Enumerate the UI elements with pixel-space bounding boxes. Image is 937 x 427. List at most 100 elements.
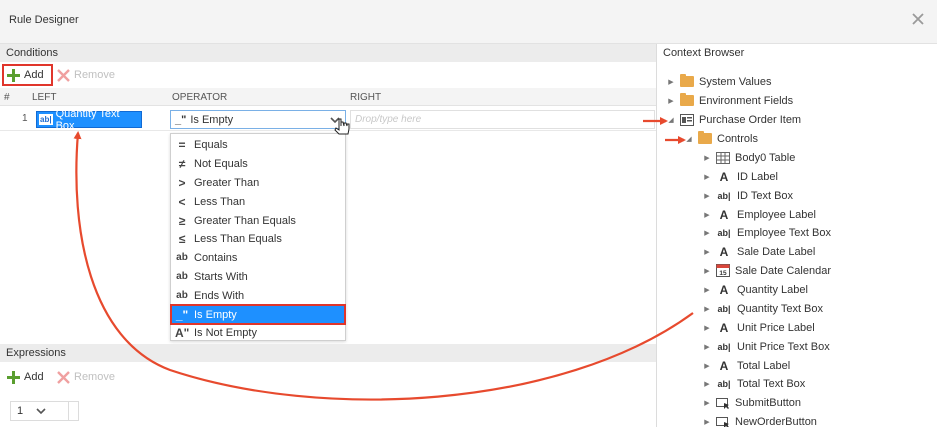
tree-item-unit-price-label[interactable]: ▶ A Unit Price Label xyxy=(703,319,814,336)
plus-icon xyxy=(7,370,20,384)
tree-item-label: ID Text Box xyxy=(737,189,794,202)
add-condition-button[interactable]: Add xyxy=(7,65,44,85)
label-icon: A xyxy=(719,169,729,184)
tree-item-label: SubmitButton xyxy=(735,396,802,409)
option-label: Not Equals xyxy=(194,158,248,171)
operator-select[interactable]: _" Is Empty xyxy=(170,110,346,129)
operator-option-greater-than[interactable]: > Greater Than xyxy=(171,174,345,193)
expand-arrow-icon[interactable]: ▶ xyxy=(667,77,675,87)
collapse-arrow-icon[interactable]: ◢ xyxy=(667,115,675,125)
textbox-icon: ab| xyxy=(717,378,731,389)
tree-item-employee-text-box[interactable]: ▶ ab| Employee Text Box xyxy=(703,224,831,241)
label-icon: A xyxy=(719,244,729,259)
remove-expression-button[interactable]: Remove xyxy=(57,367,115,387)
operator-option-is-empty[interactable]: _" Is Empty xyxy=(170,304,346,325)
tree-item-new-order-button[interactable]: ▶ NewOrderButton xyxy=(703,413,817,427)
operator-option-contains[interactable]: ab Contains xyxy=(171,249,345,268)
operator-option-starts-with[interactable]: ab Starts With xyxy=(171,268,345,287)
option-label: Is Empty xyxy=(194,308,237,321)
add-expression-button[interactable]: Add xyxy=(7,367,44,387)
operator-option-ends-with[interactable]: ab Ends With xyxy=(171,286,345,305)
left-operand-token[interactable]: ab| Quantity Text Box xyxy=(36,108,142,132)
is-not-empty-icon: A" xyxy=(175,326,190,341)
expand-arrow-icon[interactable]: ▶ xyxy=(667,96,675,106)
tree-item-id-label[interactable]: ▶ A ID Label xyxy=(703,168,778,185)
tree-item-label: Sale Date Label xyxy=(737,245,816,258)
chevron-down-icon xyxy=(36,408,46,415)
operator-option-less-than[interactable]: < Less Than xyxy=(171,192,345,211)
textbox-icon: ab| xyxy=(717,341,731,352)
remove-x-icon xyxy=(57,370,70,384)
plus-icon xyxy=(7,68,20,82)
tree-item-employee-label[interactable]: ▶ A Employee Label xyxy=(703,206,816,223)
option-label: Ends With xyxy=(194,289,245,302)
tree-item-label: Purchase Order Item xyxy=(699,113,802,126)
tree-item-submit-button[interactable]: ▶ SubmitButton xyxy=(703,394,801,411)
tree-item-total-label[interactable]: ▶ A Total Label xyxy=(703,357,790,374)
is-empty-icon: _" xyxy=(175,113,187,126)
tree-item-label: System Values xyxy=(699,75,772,88)
option-label: Equals xyxy=(194,139,228,152)
folder-icon xyxy=(680,74,694,87)
col-num-header: # xyxy=(4,92,10,103)
button-icon xyxy=(716,397,729,409)
expand-arrow-icon[interactable]: ▶ xyxy=(703,379,711,389)
option-label: Contains xyxy=(194,252,238,265)
textbox-icon: ab| xyxy=(717,303,731,314)
tree-item-label: Quantity Text Box xyxy=(737,302,824,315)
operator-option-is-not-empty[interactable]: A" Is Not Empty xyxy=(171,324,345,343)
expand-arrow-icon[interactable]: ▶ xyxy=(703,172,711,182)
chevron-down-icon[interactable] xyxy=(329,114,341,126)
rule-editor-pane: Conditions Add Remove # LEFT OPERATOR RI… xyxy=(0,44,656,427)
expand-arrow-icon[interactable]: ▶ xyxy=(703,361,711,371)
expand-arrow-icon[interactable]: ▶ xyxy=(703,153,711,163)
tree-item-controls[interactable]: ◢ Controls xyxy=(685,130,758,147)
expand-arrow-icon[interactable]: ▶ xyxy=(703,266,711,276)
calendar-icon: 15 xyxy=(716,264,730,277)
tree-item-sale-date-calendar[interactable]: ▶ 15 Sale Date Calendar xyxy=(703,262,831,279)
remove-x-icon xyxy=(57,68,70,82)
expand-arrow-icon[interactable]: ▶ xyxy=(703,285,711,295)
operator-option-less-than-equals[interactable]: ≤ Less Than Equals xyxy=(171,230,345,249)
folder-icon xyxy=(698,131,712,144)
remove-label: Remove xyxy=(74,371,115,383)
label-icon: A xyxy=(719,282,729,297)
expand-arrow-icon[interactable]: ▶ xyxy=(703,228,711,238)
expand-arrow-icon[interactable]: ▶ xyxy=(703,247,711,257)
tree-item-label: Controls xyxy=(717,132,758,145)
expand-arrow-icon[interactable]: ▶ xyxy=(703,304,711,314)
collapse-arrow-icon[interactable]: ◢ xyxy=(685,134,693,144)
close-icon[interactable] xyxy=(910,11,926,27)
label-icon: A xyxy=(719,358,729,373)
tree-item-label: Total Text Box xyxy=(737,377,806,390)
tree-item-total-text-box[interactable]: ▶ ab| Total Text Box xyxy=(703,375,805,392)
tree-item-quantity-label[interactable]: ▶ A Quantity Label xyxy=(703,281,808,298)
tree-item-unit-price-text-box[interactable]: ▶ ab| Unit Price Text Box xyxy=(703,338,829,355)
folder-icon xyxy=(680,93,694,106)
expand-arrow-icon[interactable]: ▶ xyxy=(703,323,711,333)
expand-arrow-icon[interactable]: ▶ xyxy=(703,417,711,427)
page-select[interactable]: 1 xyxy=(11,402,69,420)
greater-than-equals-icon: ≥ xyxy=(178,213,186,228)
remove-condition-button[interactable]: Remove xyxy=(57,65,115,85)
expressions-header: Expressions xyxy=(0,344,656,362)
tree-item-quantity-text-box[interactable]: ▶ ab| Quantity Text Box xyxy=(703,300,823,317)
right-operand-dropzone[interactable]: Drop/type here xyxy=(350,110,655,129)
condition-row: 1 ab| Quantity Text Box _" Is Empty Drop… xyxy=(0,107,656,132)
tree-item-system-values[interactable]: ▶ System Values xyxy=(667,73,772,90)
expand-arrow-icon[interactable]: ▶ xyxy=(703,191,711,201)
tree-item-purchase-order-item[interactable]: ◢ Purchase Order Item xyxy=(667,111,801,128)
expand-arrow-icon[interactable]: ▶ xyxy=(703,342,711,352)
tree-item-sale-date-label[interactable]: ▶ A Sale Date Label xyxy=(703,243,815,260)
operator-option-not-equals[interactable]: ≠ Not Equals xyxy=(171,155,345,174)
tree-item-environment-fields[interactable]: ▶ Environment Fields xyxy=(667,92,793,109)
tree-item-body0-table[interactable]: ▶ Body0 Table xyxy=(703,149,795,166)
context-browser-header: Context Browser xyxy=(657,44,937,62)
expand-arrow-icon[interactable]: ▶ xyxy=(703,210,711,220)
tree-item-label: Sale Date Calendar xyxy=(735,264,832,277)
expand-arrow-icon[interactable]: ▶ xyxy=(703,398,711,408)
operator-option-equals[interactable]: = Equals xyxy=(171,136,345,155)
operator-option-greater-than-equals[interactable]: ≥ Greater Than Equals xyxy=(171,211,345,230)
page-value: 1 xyxy=(17,405,24,417)
tree-item-id-text-box[interactable]: ▶ ab| ID Text Box xyxy=(703,187,793,204)
